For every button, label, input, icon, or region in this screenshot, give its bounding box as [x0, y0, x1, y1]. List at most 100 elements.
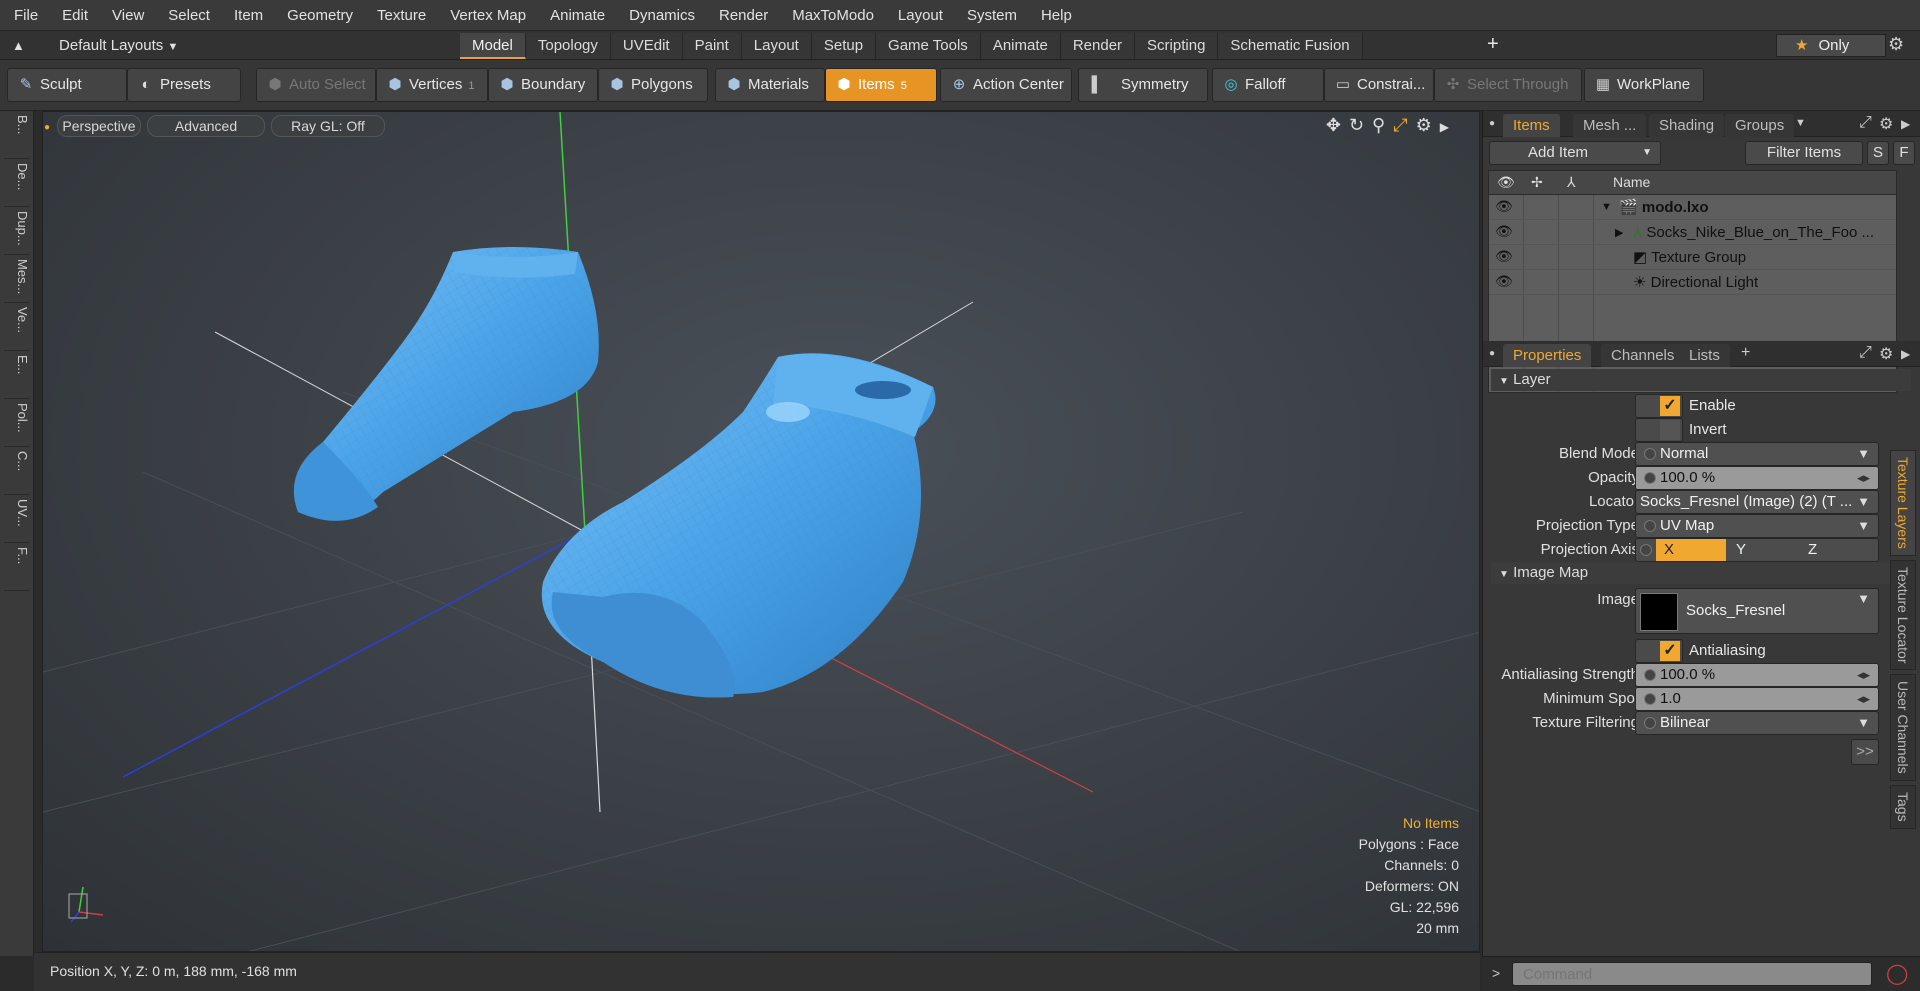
menu-maxtomodo[interactable]: MaxToModo: [780, 0, 886, 31]
projection-type-select[interactable]: UV Map ▼: [1635, 514, 1879, 538]
add-item-button[interactable]: Add Item ▼: [1489, 141, 1661, 165]
menu-layout[interactable]: Layout: [886, 0, 955, 31]
left-tab-edge[interactable]: E...: [4, 355, 30, 399]
more-button[interactable]: >>: [1851, 739, 1879, 765]
list-item[interactable]: 👁 ▼ 🎬 modo.lxo: [1489, 195, 1896, 220]
maximize-icon[interactable]: ⤢: [1393, 115, 1415, 135]
tab-mesh[interactable]: Mesh ...: [1573, 114, 1647, 137]
tab-properties[interactable]: Properties: [1503, 344, 1592, 367]
tab-lists[interactable]: Lists: [1679, 344, 1730, 367]
menu-render[interactable]: Render: [707, 0, 780, 31]
image-select[interactable]: Socks_Fresnel ▼: [1635, 588, 1879, 634]
tab-groups[interactable]: Groups: [1725, 114, 1795, 137]
menu-dynamics[interactable]: Dynamics: [617, 0, 707, 31]
play-icon[interactable]: ▶: [1901, 117, 1910, 131]
axis-x-option[interactable]: X: [1656, 539, 1726, 561]
add-tab-icon[interactable]: +: [1741, 344, 1750, 362]
left-tab-deform[interactable]: De...: [4, 163, 30, 207]
tab-render[interactable]: Render: [1060, 32, 1136, 59]
menu-edit[interactable]: Edit: [50, 0, 100, 31]
eye-icon[interactable]: 👁: [1495, 198, 1513, 215]
tab-channels[interactable]: Channels: [1601, 344, 1685, 367]
tab-model[interactable]: Model: [460, 32, 526, 59]
antialiasing-checkbox[interactable]: ✓: [1635, 639, 1683, 663]
invert-checkbox[interactable]: [1635, 418, 1683, 442]
list-item[interactable]: 👁 ◩ Texture Group: [1489, 245, 1896, 270]
menu-texture[interactable]: Texture: [365, 0, 438, 31]
action-center-button[interactable]: ⊕ Action Center: [940, 68, 1072, 102]
tab-schematic-fusion[interactable]: Schematic Fusion: [1218, 32, 1363, 59]
filter-items-button[interactable]: Filter Items: [1745, 141, 1863, 165]
enable-checkbox[interactable]: ✓: [1635, 394, 1683, 418]
tab-shading[interactable]: Shading: [1649, 114, 1725, 137]
polygons-button[interactable]: ⬢ Polygons: [598, 68, 708, 102]
record-icon[interactable]: ◯: [1886, 961, 1908, 986]
tab-topology[interactable]: Topology: [525, 32, 611, 59]
menu-item[interactable]: Item: [222, 0, 275, 31]
only-button[interactable]: ★ Only: [1776, 34, 1886, 57]
tab-user-channels[interactable]: User Channels: [1890, 674, 1916, 781]
advanced-button[interactable]: Advanced: [147, 115, 265, 137]
zoom-icon[interactable]: ⚲: [1372, 115, 1393, 135]
tab-texture-locator[interactable]: Texture Locator: [1890, 559, 1916, 671]
gear-icon[interactable]: ⚙: [1879, 344, 1893, 364]
min-spot-field[interactable]: 1.0 ◂▸: [1635, 687, 1879, 711]
sculpt-button[interactable]: ✎ Sculpt: [7, 68, 127, 102]
rotate-icon[interactable]: ↻: [1349, 115, 1372, 135]
list-item[interactable]: 👁 ▶ ⅄ Socks_Nike_Blue_on_The_Foo ...: [1489, 220, 1896, 245]
view-type-button[interactable]: Perspective: [57, 115, 141, 137]
tab-setup[interactable]: Setup: [811, 32, 877, 59]
eye-icon[interactable]: 👁: [1495, 223, 1513, 240]
add-tab-icon[interactable]: +: [1487, 33, 1499, 56]
maximize-icon[interactable]: ⤢: [1859, 344, 1872, 362]
tab-game-tools[interactable]: Game Tools: [876, 32, 981, 59]
tab-layout[interactable]: Layout: [741, 32, 812, 59]
menu-vertex-map[interactable]: Vertex Map: [438, 0, 538, 31]
3d-viewport[interactable]: ● Perspective Advanced Ray GL: Off ✥↻⚲⤢⚙…: [42, 111, 1480, 952]
menu-help[interactable]: Help: [1029, 0, 1084, 31]
tab-scripting[interactable]: Scripting: [1135, 32, 1219, 59]
auto-select-button[interactable]: ⬢ Auto Select: [256, 68, 376, 102]
gear-icon[interactable]: ⚙: [1888, 34, 1904, 55]
move-icon[interactable]: ✥: [1326, 115, 1349, 135]
menu-view[interactable]: View: [100, 0, 156, 31]
falloff-button[interactable]: ◎ Falloff: [1212, 68, 1324, 102]
menu-geometry[interactable]: Geometry: [275, 0, 365, 31]
stepper-icon[interactable]: ◂▸: [1857, 467, 1870, 489]
settings-icon[interactable]: ⚙: [1416, 115, 1440, 135]
play-icon[interactable]: ▶: [1440, 120, 1457, 134]
left-tab-vertex[interactable]: Ve...: [4, 307, 30, 351]
s-button[interactable]: S: [1867, 141, 1889, 165]
tab-animate[interactable]: Animate: [980, 32, 1061, 59]
left-tab-duplicate[interactable]: Dup...: [4, 211, 30, 255]
left-tab-mesh[interactable]: Mes...: [4, 259, 30, 303]
menu-file[interactable]: File: [2, 0, 50, 31]
stepper-icon[interactable]: ◂▸: [1857, 688, 1870, 710]
eye-icon[interactable]: 👁: [1495, 273, 1513, 290]
aa-strength-field[interactable]: 100.0 % ◂▸: [1635, 663, 1879, 687]
axis-y-option[interactable]: Y: [1728, 539, 1798, 561]
opacity-field[interactable]: 100.0 % ◂▸: [1635, 466, 1879, 490]
left-tab-curve[interactable]: C...: [4, 451, 30, 495]
eye-icon[interactable]: 👁: [1495, 248, 1513, 265]
constraints-button[interactable]: ▭ Constrai...: [1324, 68, 1434, 102]
locator-select[interactable]: Socks_Fresnel (Image) (2) (T ... ▼: [1635, 490, 1879, 514]
tab-items[interactable]: Items: [1503, 114, 1560, 137]
menu-animate[interactable]: Animate: [538, 0, 617, 31]
items-button[interactable]: ⬢ Items 5: [825, 68, 937, 102]
presets-button[interactable]: ◐ Presets: [127, 68, 241, 102]
stepper-icon[interactable]: ◂▸: [1857, 664, 1870, 686]
axis-z-option[interactable]: Z: [1800, 539, 1870, 561]
image-map-section[interactable]: ▼ Image Map: [1491, 562, 1911, 584]
left-tab-fusion[interactable]: F...: [4, 547, 30, 591]
f-button[interactable]: F: [1893, 141, 1915, 165]
layouts-dropdown[interactable]: ▲ Default Layouts ▼: [12, 31, 178, 60]
command-input[interactable]: [1512, 962, 1872, 986]
filtering-select[interactable]: Bilinear ▼: [1635, 711, 1879, 735]
left-tab-polygon[interactable]: Pol...: [4, 403, 30, 447]
chevron-down-icon[interactable]: ▼: [1795, 117, 1806, 129]
expand-icon[interactable]: ▼: [1601, 201, 1612, 213]
expand-icon[interactable]: ▶: [1615, 226, 1623, 239]
blend-mode-select[interactable]: Normal ▼: [1635, 442, 1879, 466]
materials-button[interactable]: ⬢ Materials: [715, 68, 825, 102]
